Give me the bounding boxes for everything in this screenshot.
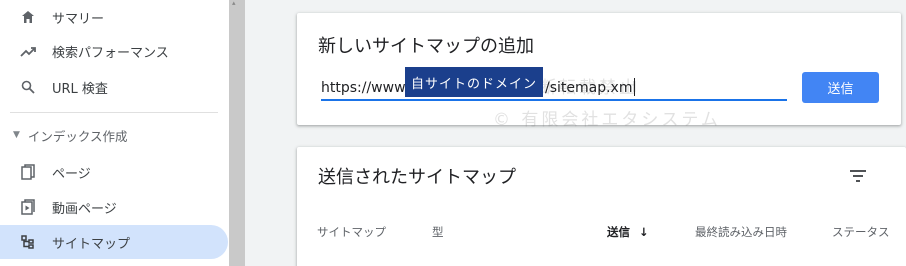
watermark-copyright: © 有限会社エタシステム	[493, 110, 721, 130]
sent-sitemaps-title: 送信されたサイトマップ	[318, 167, 516, 188]
column-header-status[interactable]: ステータス	[832, 224, 890, 240]
sidebar-section-indexing[interactable]: ▼ インデックス作成	[0, 124, 229, 146]
sidebar-section-label: インデックス作成	[27, 128, 128, 144]
add-sitemap-title: 新しいサイトマップの追加	[318, 36, 534, 57]
url-prefix: https://www.	[321, 80, 409, 96]
sidebar-item-label: サイトマップ	[52, 236, 131, 252]
sitemap-url-input[interactable]: https://www. 自サイトのドメイン /sitemap.xml	[321, 67, 787, 101]
column-header-type[interactable]: 型	[432, 224, 444, 240]
sidebar-item-search-performance[interactable]: 検索パフォーマンス	[0, 34, 229, 68]
home-icon	[18, 7, 38, 27]
search-console-window: サマリー 検索パフォーマンス URL 検査 ▼ インデックス作成 ページ 動画ペ…	[0, 0, 906, 266]
sent-sitemaps-card: 送信されたサイトマップ サイトマップ 型 送信 ↓ 最終読み込み日時 ステータス	[297, 147, 906, 266]
submit-sitemap-button[interactable]: 送信	[802, 72, 879, 103]
scroll-up-arrow-icon[interactable]: ▴	[232, 0, 236, 7]
sidebar-item-label: URL 検査	[52, 81, 108, 97]
sidebar-divider	[10, 112, 218, 113]
add-sitemap-card: 新しいサイトマップの追加 無断転載禁止 © 有限会社エタシステム https:/…	[297, 13, 901, 130]
url-suffix: /sitemap.xml	[545, 80, 637, 96]
sidebar: サマリー 検索パフォーマンス URL 検査 ▼ インデックス作成 ページ 動画ペ…	[0, 0, 229, 266]
chevron-down-icon: ▼	[13, 130, 20, 140]
sidebar-scrollbar[interactable]	[229, 0, 245, 266]
column-header-submitted[interactable]: 送信 ↓	[607, 224, 649, 240]
search-icon	[18, 77, 38, 97]
sidebar-item-label: サマリー	[52, 11, 105, 27]
filter-icon[interactable]	[849, 169, 867, 183]
sidebar-item-summary[interactable]: サマリー	[0, 0, 229, 34]
sidebar-item-label: ページ	[52, 166, 91, 182]
video-pages-icon	[18, 197, 38, 217]
sidebar-item-pages[interactable]: ページ	[0, 155, 229, 189]
url-domain-highlight: 自サイトのドメイン	[405, 67, 543, 97]
sort-arrow-down-icon: ↓	[639, 225, 649, 239]
sidebar-item-url-inspection[interactable]: URL 検査	[0, 70, 229, 104]
column-header-sitemap[interactable]: サイトマップ	[317, 224, 386, 240]
sidebar-item-label: 検索パフォーマンス	[52, 45, 169, 61]
sitemap-icon	[18, 232, 38, 252]
sidebar-item-video-pages[interactable]: 動画ページ	[0, 190, 229, 224]
sidebar-item-sitemaps[interactable]: サイトマップ	[0, 225, 228, 259]
column-header-label: 送信	[607, 225, 630, 239]
pages-icon	[18, 162, 38, 182]
trending-up-icon	[18, 41, 38, 61]
sidebar-item-label: 動画ページ	[52, 201, 117, 217]
text-cursor	[634, 78, 635, 96]
column-header-last-read[interactable]: 最終読み込み日時	[695, 224, 787, 240]
